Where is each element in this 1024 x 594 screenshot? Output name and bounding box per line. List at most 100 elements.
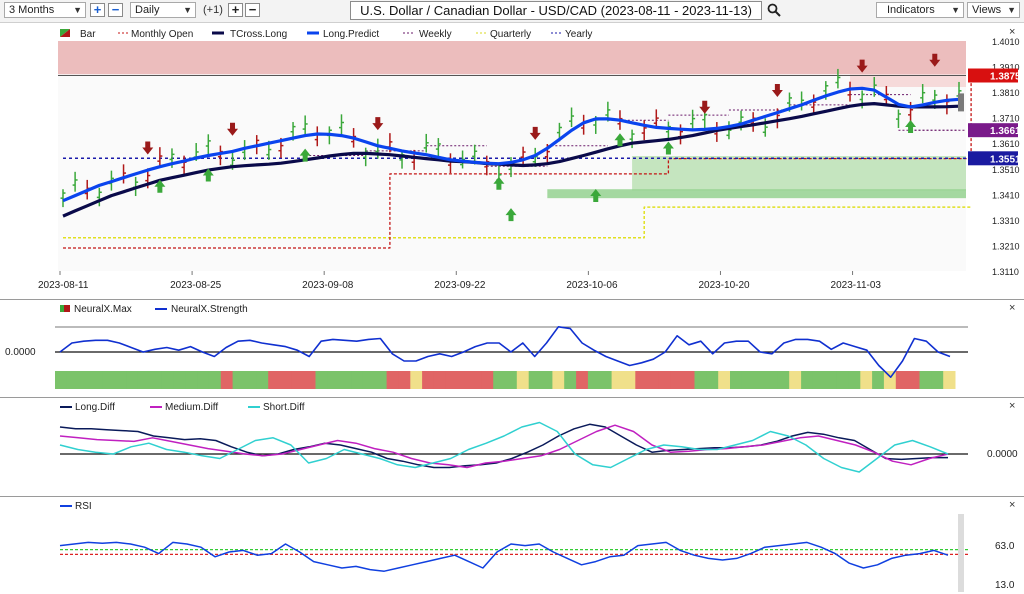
neuralx-max-cell: [635, 371, 648, 389]
legend-long-diff: Long.Diff: [75, 402, 115, 413]
neuralx-max-cell: [303, 371, 316, 389]
search-icon[interactable]: [767, 3, 781, 17]
neuralx-max-cell: [670, 371, 684, 389]
neuralx-max-cell: [824, 371, 837, 389]
neuralx-max-cell: [599, 371, 612, 389]
y-tick-label: 1.3110: [992, 267, 1019, 277]
neuralx-max-cell: [114, 371, 127, 389]
rsi-bg: [0, 496, 1024, 594]
y-tick-label: 1.3510: [992, 165, 1020, 175]
legend-short-diff: Short.Diff: [263, 402, 305, 413]
rsi-scrollbar: [958, 514, 964, 592]
neuralx-max-cell: [741, 371, 755, 389]
price-label: 1.3661: [990, 126, 1021, 137]
neuralx-max-cell: [801, 371, 814, 389]
x-tick-label: 2023-09-08: [302, 280, 354, 291]
toolbar: 3 Months ▼ + − Daily ▼ (+1) + − U.S. Dol…: [0, 0, 1024, 23]
neuralx-max-cell: [280, 371, 293, 389]
chevron-down-icon: ▼: [951, 5, 960, 15]
neuralx-max-cell: [943, 371, 956, 389]
legend-medium-diff: Medium.Diff: [165, 402, 218, 413]
neuralx-max-cell: [493, 371, 506, 389]
neuralx-max-cell: [812, 371, 826, 389]
neuralx-max-cell: [860, 371, 873, 389]
remove-period-button[interactable]: −: [108, 3, 123, 17]
neuralx-max-cell: [919, 371, 932, 389]
views-dropdown[interactable]: Views ▼: [967, 2, 1020, 18]
neuralx-max-cell: [445, 371, 459, 389]
neuralx-max-cell: [694, 371, 707, 389]
neuralx-max-cell: [895, 371, 909, 389]
price-chart[interactable]: Bar Monthly Open TCross.Long Long.Predic…: [0, 23, 1024, 297]
neuralx-panel[interactable]: NeuralX.Max NeuralX.Strength 0.0000 ×: [0, 299, 1024, 396]
legend-weekly: Weekly: [419, 29, 452, 40]
indicators-dropdown[interactable]: Indicators ▼: [876, 2, 964, 18]
remove-offset-button[interactable]: −: [245, 3, 260, 17]
neuralx-max-cell: [102, 371, 115, 389]
neuralx-max-cell: [126, 371, 139, 389]
x-tick-label: 2023-08-11: [38, 280, 89, 291]
diff-panel[interactable]: Long.Diff Medium.Diff Short.Diff 0.0000 …: [0, 397, 1024, 495]
legend-tcross-long: TCross.Long: [230, 29, 287, 40]
rsi-panel[interactable]: RSI 63.0 13.0 ×: [0, 496, 1024, 594]
neural-zero-label: 0.0000: [5, 347, 36, 358]
neuralx-max-cell: [398, 371, 411, 389]
price-label: 1.3551: [990, 154, 1021, 165]
y-tick-label: 1.3310: [992, 216, 1020, 226]
interval-value: Daily: [135, 4, 160, 16]
diff-zero-label: 0.0000: [987, 449, 1018, 460]
neuralx-max-cell: [137, 371, 151, 389]
neuralx-max-cell: [351, 371, 364, 389]
rsi-lower-label: 13.0: [995, 580, 1015, 591]
neuralx-max-cell: [220, 371, 234, 389]
neuralx-max-cell: [256, 371, 269, 389]
neuralx-max-cell: [647, 371, 660, 389]
chevron-down-icon: ▼: [183, 5, 192, 15]
upper-band: [850, 74, 966, 87]
neuralx-max-cell: [433, 371, 447, 389]
period-select[interactable]: 3 Months ▼: [4, 2, 86, 18]
y-tick-label: 1.3410: [992, 190, 1020, 200]
offset-label: (+1): [203, 4, 223, 16]
neuralx-max-cell: [777, 371, 790, 389]
y-tick-label: 1.3710: [992, 114, 1020, 124]
neuralx-max-cell: [374, 371, 387, 389]
interval-select[interactable]: Daily ▼: [130, 2, 196, 18]
x-tick-label: 2023-10-06: [566, 280, 618, 291]
instrument-title[interactable]: U.S. Dollar / Canadian Dollar - USD/CAD …: [350, 1, 762, 20]
rsi-upper-label: 63.0: [995, 541, 1015, 552]
add-period-button[interactable]: +: [90, 3, 105, 17]
add-offset-button[interactable]: +: [228, 3, 243, 17]
neuralx-max-cell: [718, 371, 731, 389]
neuralx-max-cell: [197, 371, 210, 389]
neuralx-max-cell: [528, 371, 541, 389]
neuralx-max-cell: [386, 371, 399, 389]
legend-long-predict: Long.Predict: [323, 29, 379, 40]
support-zone: [632, 156, 966, 191]
legend: Bar Monthly Open TCross.Long Long.Predic…: [60, 29, 592, 40]
close-panel-icon[interactable]: ×: [1009, 400, 1015, 412]
neuralx-max-cell: [931, 371, 944, 389]
neuralx-max-cell: [173, 371, 186, 389]
y-tick-label: 1.3610: [992, 139, 1020, 149]
legend-neuralx-strength: NeuralX.Strength: [171, 304, 248, 315]
legend-neuralx-max: NeuralX.Max: [74, 304, 132, 315]
neuralx-max-cell: [422, 371, 435, 389]
neuralx-max-cell: [457, 371, 470, 389]
y-tick-label: 1.3210: [992, 241, 1020, 251]
neuralx-max-cell: [55, 371, 68, 389]
neuralx-max-cell: [516, 371, 530, 389]
neuralx-max-cell: [883, 371, 897, 389]
close-panel-icon[interactable]: ×: [1009, 302, 1015, 314]
x-tick-label: 2023-08-25: [170, 280, 222, 291]
neuralx-max-cell: [268, 371, 281, 389]
close-panel-icon[interactable]: ×: [1009, 499, 1015, 511]
y-tick-label: 1.4010: [992, 37, 1020, 47]
neuralx-max-cell: [291, 371, 305, 389]
close-panel-icon[interactable]: ×: [1009, 26, 1015, 38]
neuralx-max-legend-icon-2: [64, 305, 70, 312]
neuralx-max-cell: [149, 371, 162, 389]
neuralx-max-cell: [872, 371, 885, 389]
neuralx-max-cell: [208, 371, 222, 389]
legend-quarterly: Quarterly: [490, 29, 531, 40]
